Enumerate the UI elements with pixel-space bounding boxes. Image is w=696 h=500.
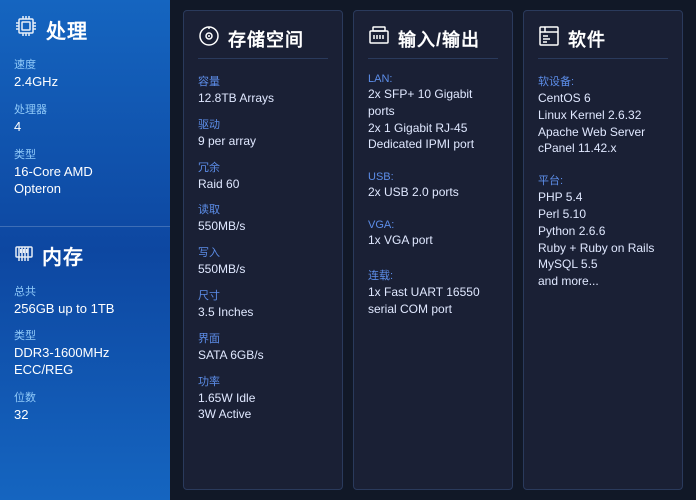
storage-size-value: 3.5 Inches — [198, 304, 328, 321]
storage-drive-value: 9 per array — [198, 133, 328, 150]
software-platform-group: 平台: PHP 5.4 Perl 5.10 Python 2.6.6 Ruby … — [538, 166, 668, 290]
mem-type-value: DDR3-1600MHzECC/REG — [14, 345, 156, 379]
storage-read-value: 550MB/s — [198, 218, 328, 235]
storage-write-label: 写入 — [198, 244, 328, 260]
storage-panel: 存储空间 容量 12.8TB Arrays 驱动 9 per array 冗余 … — [183, 10, 343, 490]
storage-capacity: 容量 12.8TB Arrays — [198, 73, 328, 107]
io-panel: 输入/输出 LAN: 2x SFP+ 10 Gigabitports2x 1 G… — [353, 10, 513, 490]
software-os-group: 软设备: CentOS 6 Linux Kernel 2.6.32 Apache… — [538, 73, 668, 157]
storage-title: 存储空间 — [228, 26, 304, 52]
software-os-centos: CentOS 6 — [538, 90, 668, 107]
software-title: 软件 — [568, 26, 606, 52]
io-vga-value: 1x VGA port — [368, 232, 498, 249]
storage-power: 功率 1.65W Idle3W Active — [198, 373, 328, 424]
storage-redundancy: 冗余 Raid 60 — [198, 159, 328, 193]
software-mysql: MySQL 5.5 — [538, 256, 668, 273]
storage-size: 尺寸 3.5 Inches — [198, 287, 328, 321]
storage-capacity-value: 12.8TB Arrays — [198, 90, 328, 107]
software-more: and more... — [538, 273, 668, 290]
software-platform-label: 平台: — [538, 172, 668, 188]
io-vga: VGA: 1x VGA port — [368, 219, 498, 258]
io-usb-value: 2x USB 2.0 ports — [368, 184, 498, 201]
memory-header: 内存 — [14, 241, 156, 271]
storage-read-label: 读取 — [198, 201, 328, 217]
mem-total-value: 256GB up to 1TB — [14, 301, 156, 318]
cpu-count-item: 处理器 4 — [14, 101, 156, 136]
cpu-type-label: 类型 — [14, 146, 156, 162]
software-perl: Perl 5.10 — [538, 206, 668, 223]
storage-drive-label: 驱动 — [198, 116, 328, 132]
mem-type-item: 类型 DDR3-1600MHzECC/REG — [14, 327, 156, 379]
storage-header: 存储空间 — [198, 25, 328, 59]
storage-write: 写入 550MB/s — [198, 244, 328, 278]
mem-bits-label: 位数 — [14, 389, 156, 405]
memory-title: 内存 — [42, 241, 84, 270]
cpu-count-value: 4 — [14, 119, 156, 136]
storage-interface-value: SATA 6GB/s — [198, 347, 328, 364]
mem-type-label: 类型 — [14, 327, 156, 343]
software-os-cpanel: cPanel 11.42.x — [538, 140, 668, 157]
storage-size-label: 尺寸 — [198, 287, 328, 303]
cpu-type-value: 16-Core AMDOpteron — [14, 164, 156, 198]
io-usb: USB: 2x USB 2.0 ports — [368, 171, 498, 210]
io-lan: LAN: 2x SFP+ 10 Gigabitports2x 1 Gigabit… — [368, 73, 498, 162]
storage-read: 读取 550MB/s — [198, 201, 328, 235]
right-panels: 存储空间 容量 12.8TB Arrays 驱动 9 per array 冗余 … — [170, 0, 696, 500]
storage-drive: 驱动 9 per array — [198, 116, 328, 150]
software-python: Python 2.6.6 — [538, 223, 668, 240]
cpu-speed-value: 2.4GHz — [14, 74, 156, 91]
cpu-icon — [14, 14, 38, 44]
memory-icon — [14, 241, 34, 271]
io-lan-label: LAN: — [368, 73, 498, 85]
cpu-section: 处理 速度 2.4GHz 处理器 4 类型 16-Core AMDOpteron — [0, 0, 170, 222]
software-os-apache: Apache Web Server — [538, 124, 668, 141]
software-os-label: 软设备: — [538, 73, 668, 89]
io-serial-label: 连载: — [368, 267, 498, 283]
memory-section: 内存 总共 256GB up to 1TB 类型 DDR3-1600MHzECC… — [0, 226, 170, 449]
cpu-title: 处理 — [46, 15, 88, 44]
software-ruby: Ruby + Ruby on Rails — [538, 240, 668, 257]
mem-total-item: 总共 256GB up to 1TB — [14, 283, 156, 318]
software-php: PHP 5.4 — [538, 189, 668, 206]
mem-total-label: 总共 — [14, 283, 156, 299]
software-panel: 软件 软设备: CentOS 6 Linux Kernel 2.6.32 Apa… — [523, 10, 683, 490]
cpu-speed-label: 速度 — [14, 56, 156, 72]
io-lan-value: 2x SFP+ 10 Gigabitports2x 1 Gigabit RJ-4… — [368, 86, 498, 153]
storage-interface-label: 界面 — [198, 330, 328, 346]
storage-icon — [198, 25, 220, 52]
cpu-count-label: 处理器 — [14, 101, 156, 117]
software-os-kernel: Linux Kernel 2.6.32 — [538, 107, 668, 124]
storage-power-value: 1.65W Idle3W Active — [198, 390, 328, 424]
storage-redundancy-value: Raid 60 — [198, 176, 328, 193]
storage-capacity-label: 容量 — [198, 73, 328, 89]
io-title: 输入/输出 — [398, 26, 480, 52]
io-vga-label: VGA: — [368, 219, 498, 231]
mem-bits-item: 位数 32 — [14, 389, 156, 424]
storage-write-value: 550MB/s — [198, 261, 328, 278]
storage-power-label: 功率 — [198, 373, 328, 389]
mem-bits-value: 32 — [14, 407, 156, 424]
io-icon — [368, 25, 390, 52]
left-panel: 处理 速度 2.4GHz 处理器 4 类型 16-Core AMDOpteron — [0, 0, 170, 500]
io-serial-value: 1x Fast UART 16550serial COM port — [368, 284, 498, 318]
storage-redundancy-label: 冗余 — [198, 159, 328, 175]
io-header: 输入/输出 — [368, 25, 498, 59]
cpu-speed-item: 速度 2.4GHz — [14, 56, 156, 91]
io-usb-label: USB: — [368, 171, 498, 183]
cpu-header: 处理 — [14, 14, 156, 44]
software-header: 软件 — [538, 25, 668, 59]
io-serial: 连载: 1x Fast UART 16550serial COM port — [368, 267, 498, 327]
software-icon — [538, 25, 560, 52]
cpu-type-item: 类型 16-Core AMDOpteron — [14, 146, 156, 198]
storage-interface: 界面 SATA 6GB/s — [198, 330, 328, 364]
